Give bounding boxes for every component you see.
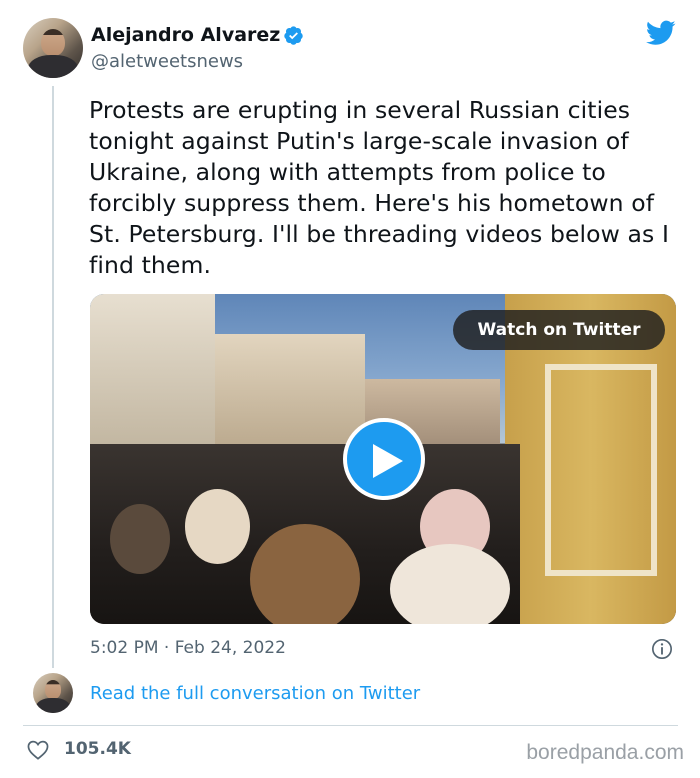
tweet-text: Protests are erupting in several Russian… — [89, 96, 669, 279]
play-icon — [373, 444, 403, 478]
author-name[interactable]: Alejandro Alvarez — [91, 24, 280, 46]
info-icon[interactable] — [651, 638, 673, 660]
twitter-bird-icon[interactable] — [646, 20, 676, 46]
read-conversation-link[interactable]: Read the full conversation on Twitter — [90, 683, 420, 704]
watermark: boredpanda.com — [526, 741, 684, 764]
thread-line — [52, 86, 54, 668]
tweet-timestamp[interactable]: 5:02 PM · Feb 24, 2022 — [90, 638, 286, 658]
divider — [23, 725, 678, 726]
author-handle[interactable]: @aletweetsnews — [91, 51, 243, 72]
author-avatar[interactable] — [23, 18, 83, 78]
verified-badge-icon — [284, 26, 303, 45]
heart-icon[interactable] — [27, 740, 49, 760]
like-count: 105.4K — [64, 739, 131, 759]
author-avatar-small[interactable] — [33, 673, 73, 713]
play-button[interactable] — [343, 418, 425, 500]
watch-on-twitter-button[interactable]: Watch on Twitter — [453, 310, 665, 350]
tweet-video[interactable]: Watch on Twitter — [90, 294, 676, 624]
